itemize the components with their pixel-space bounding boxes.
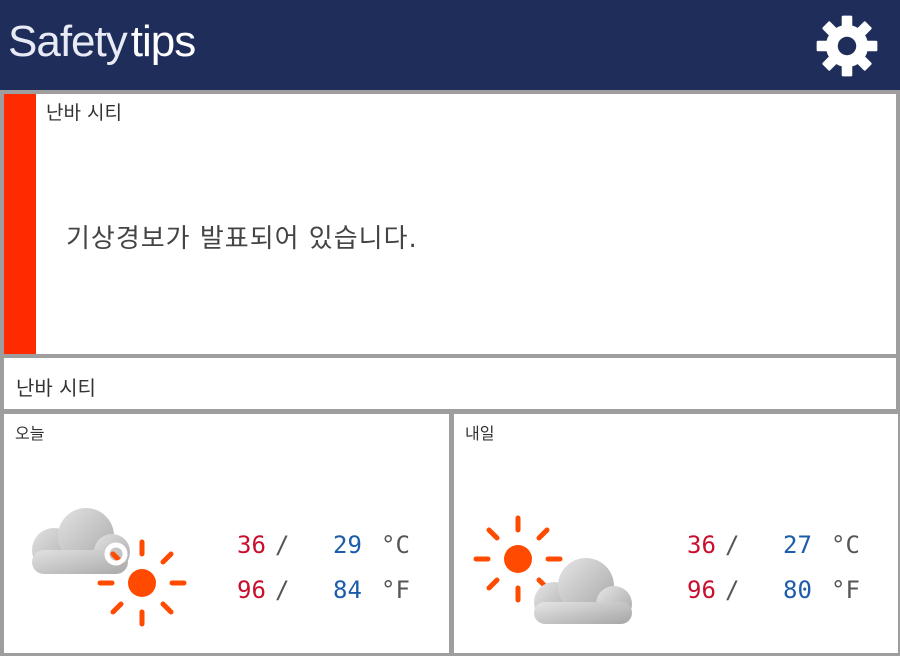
unit-celsius: °C [831,531,860,559]
alert-severity-bar [4,94,36,354]
day-label-tomorrow: 내일 [465,424,495,443]
temp-separator: / [275,576,290,604]
weather-alert-panel[interactable]: 난바 시티 기상경보가 발표되어 있습니다. [4,94,896,354]
forecast-tomorrow[interactable]: 내일 36 / 27 °C 96 / 80 °F [454,414,898,653]
app-header: Safetytips [0,0,900,90]
unit-celsius: °C [381,531,410,559]
city-name: 난바 시티 [16,376,96,400]
brand-text-safety: Safety [8,17,128,66]
low-temp-f-today: 84 [333,576,362,604]
high-temp-c-today: 36 [237,531,266,559]
unit-fahrenheit: °F [381,576,410,604]
city-row[interactable]: 난바 시티 [4,358,896,409]
high-temp-f-tomorrow: 96 [687,576,716,604]
low-temp-c-tomorrow: 27 [783,531,812,559]
alert-city: 난바 시티 [46,102,122,124]
day-label-today: 오늘 [15,424,45,443]
alert-message: 기상경보가 발표되어 있습니다. [66,224,418,254]
temp-separator: / [725,531,740,559]
low-temp-f-tomorrow: 80 [783,576,812,604]
temp-separator: / [275,531,290,559]
gear-icon[interactable] [814,13,880,79]
brand-text-tips: tips [130,17,196,66]
high-temp-f-today: 96 [237,576,266,604]
forecast-today[interactable]: 오늘 36 / 29 °C 96 / 84 °F [4,414,449,653]
unit-fahrenheit: °F [831,576,860,604]
low-temp-c-today: 29 [333,531,362,559]
temp-separator: / [725,576,740,604]
cloud-then-sun-icon [32,508,187,627]
sun-then-cloud-icon [473,515,632,624]
high-temp-c-tomorrow: 36 [687,531,716,559]
app-logo: Safetytips [8,14,196,70]
